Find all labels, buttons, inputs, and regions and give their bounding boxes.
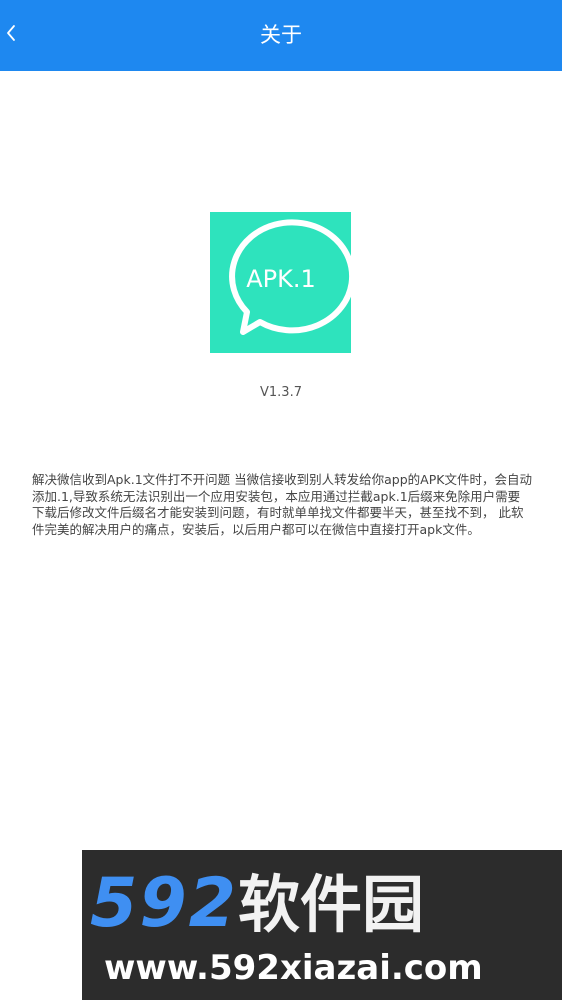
watermark-number: 592 — [90, 864, 238, 943]
version-label: V1.3.7 — [260, 385, 302, 400]
page-title: 关于 — [260, 23, 302, 47]
watermark-name: 软件园 — [237, 868, 424, 941]
chat-bubble-icon: APK.1 — [229, 219, 356, 335]
app-description: 解决微信收到Apk.1文件打不开问题 当微信接收到别人转发给你app的APK文件… — [32, 472, 532, 537]
watermark-logo: 592软件园 www.592xiazai.com — [82, 850, 562, 1000]
app-icon-label: APK.1 — [246, 265, 316, 293]
app-bar: 关于 — [0, 0, 562, 71]
watermark-url: www.592xiazai.com — [104, 948, 483, 988]
watermark-title: 592软件园 — [90, 864, 424, 945]
app-logo: APK.1 — [210, 212, 356, 353]
